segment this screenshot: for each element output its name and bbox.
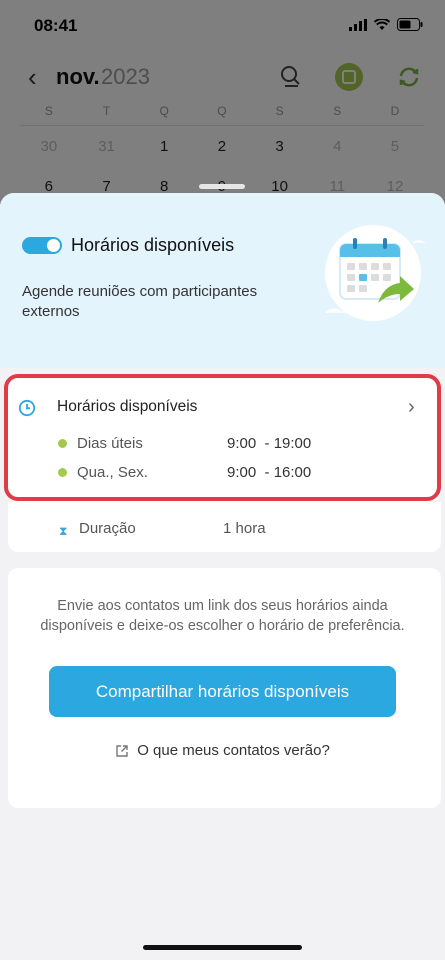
- check-dot-icon: [58, 439, 67, 448]
- share-available-hours-button[interactable]: Compartilhar horários disponíveis: [49, 666, 396, 717]
- home-indicator[interactable]: [143, 945, 302, 950]
- check-dot-icon: [58, 468, 67, 477]
- hero-title: Horários disponíveis: [71, 235, 235, 255]
- hero-banner: Horários disponíveis Agende reuniões com…: [0, 193, 445, 368]
- external-link-icon: [116, 744, 128, 757]
- share-description: Envie aos contatos um link dos seus horá…: [40, 598, 405, 634]
- clock-icon: [18, 399, 36, 417]
- chevron-right-icon[interactable]: ›: [408, 396, 415, 419]
- hours-row: Dias úteis 9:00 - 19:00: [58, 435, 311, 452]
- toggle-knob: [47, 239, 60, 252]
- availability-toggle[interactable]: [22, 237, 62, 254]
- hours-row-time: 9:00 - 19:00: [227, 435, 312, 452]
- duration-value: 1 hora: [223, 520, 266, 537]
- calendar-share-illustration-icon: [325, 225, 426, 321]
- hours-row: Qua., Sex. 9:00 - 16:00: [58, 464, 311, 481]
- preview-link[interactable]: O que meus contatos verão?: [0, 742, 445, 759]
- hero-subtitle: Agende reuniões com participantes extern…: [22, 283, 258, 320]
- preview-link-label[interactable]: O que meus contatos verão?: [137, 742, 330, 759]
- hourglass-icon: ⧗: [59, 524, 68, 538]
- duration-label: Duração: [79, 520, 136, 537]
- available-hours-sheet: Horários disponíveis Agende reuniões com…: [0, 193, 445, 960]
- hours-title: Horários disponíveis: [57, 398, 198, 415]
- sheet-grabber[interactable]: [199, 184, 245, 189]
- hours-row-label: Qua., Sex.: [77, 464, 148, 481]
- hours-row-time: 9:00 - 16:00: [227, 464, 312, 481]
- hours-row-label: Dias úteis: [77, 435, 143, 452]
